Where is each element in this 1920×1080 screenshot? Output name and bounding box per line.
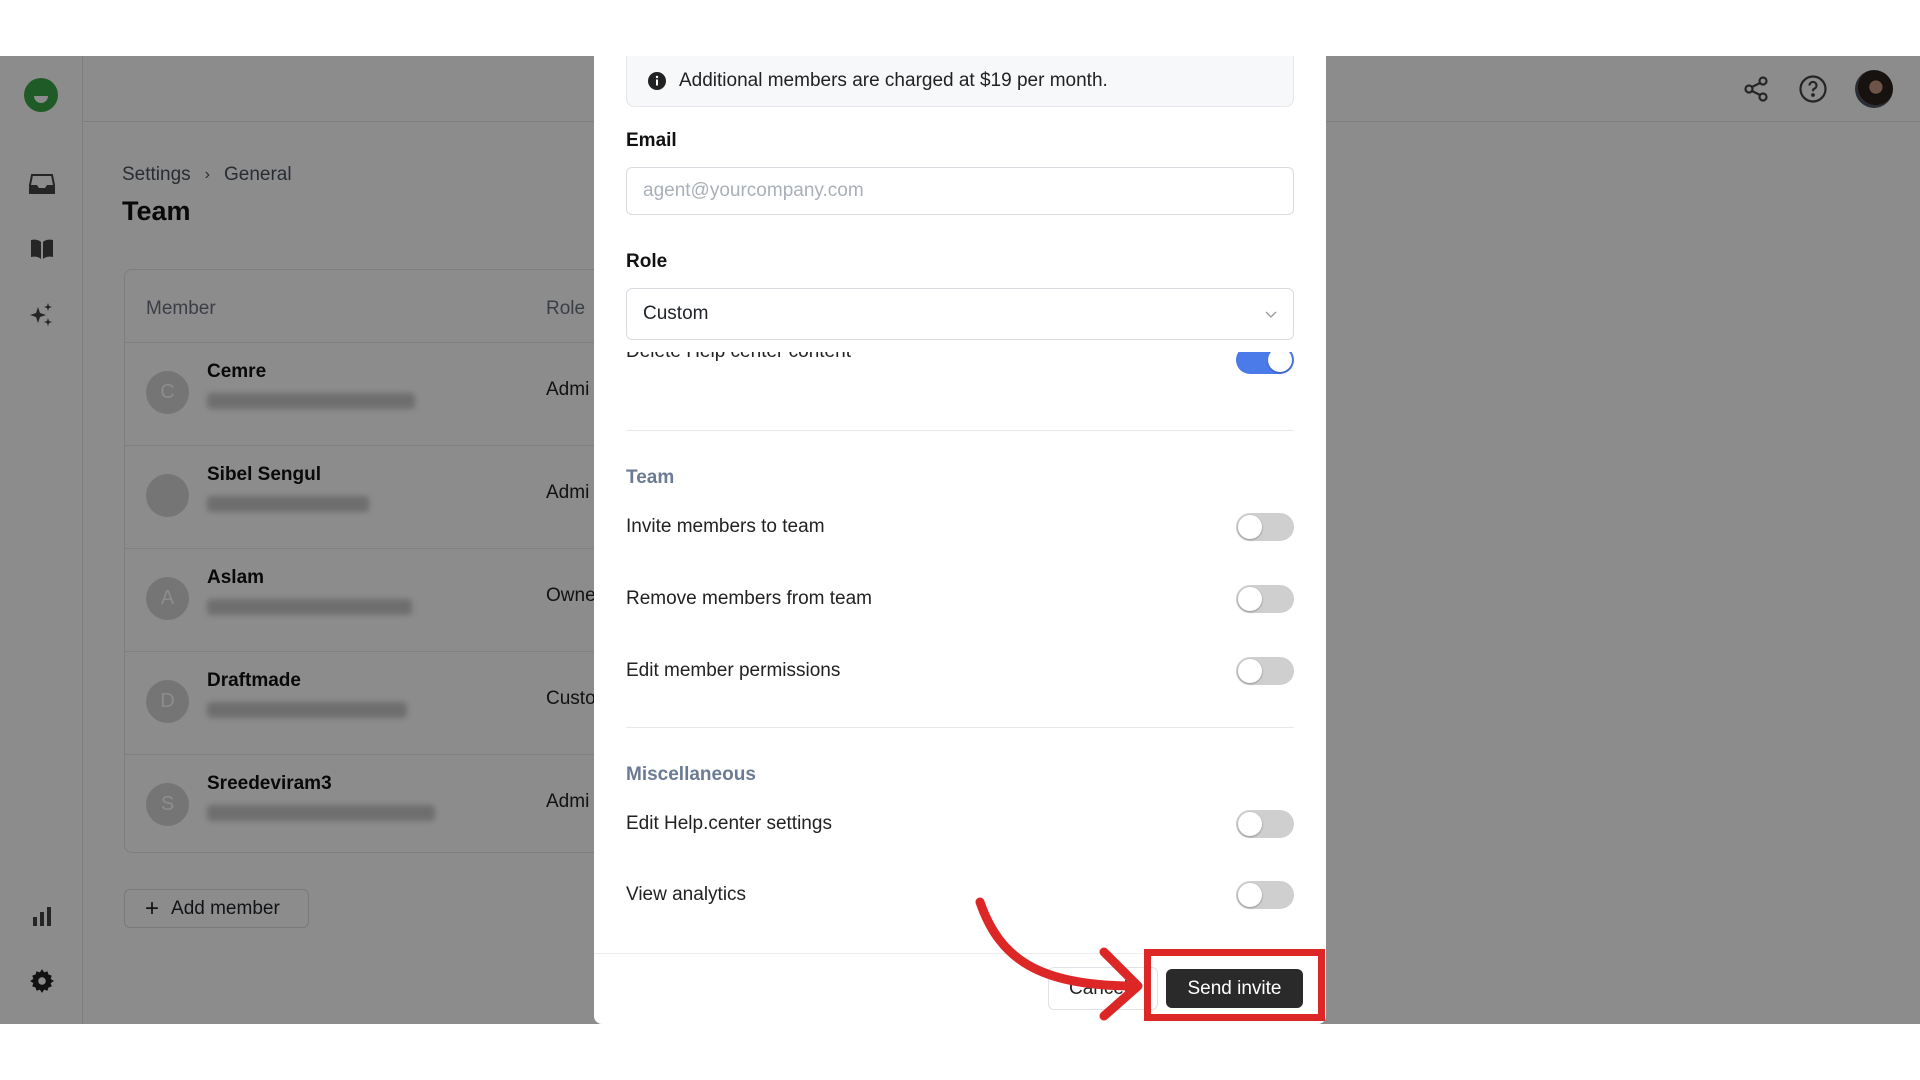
toggle-delete-help-center-content[interactable] <box>1236 352 1294 374</box>
toggle-edit-member-permissions[interactable] <box>1236 657 1294 685</box>
email-field[interactable] <box>643 180 1293 202</box>
permission-label: View analytics <box>626 884 747 905</box>
divider <box>626 430 1294 431</box>
email-field-wrapper <box>626 167 1294 215</box>
toggle-invite-members[interactable] <box>1236 513 1294 541</box>
info-text: Additional members are charged at $19 pe… <box>679 69 1108 91</box>
section-title-team: Team <box>626 467 675 488</box>
invite-member-modal: Additional members are charged at $19 pe… <box>594 56 1326 1024</box>
toggle-view-analytics[interactable] <box>1236 881 1294 909</box>
permission-label: Edit member permissions <box>626 660 841 681</box>
chevron-down-icon <box>1265 303 1277 325</box>
role-label: Role <box>626 251 668 272</box>
role-select[interactable]: Custom <box>626 288 1294 340</box>
divider <box>626 727 1294 728</box>
annotation-highlight-box <box>1144 949 1325 1021</box>
permission-label: Invite members to team <box>626 516 825 537</box>
toggle-remove-members[interactable] <box>1236 585 1294 613</box>
email-label: Email <box>626 130 677 151</box>
permission-label: Edit Help.center settings <box>626 813 832 834</box>
cancel-button[interactable]: Cancel <box>1048 967 1158 1010</box>
role-value: Custom <box>643 303 709 324</box>
info-icon <box>648 71 666 90</box>
scroll-clip: Delete Help center content <box>594 352 1326 382</box>
permission-label: Remove members from team <box>626 588 873 609</box>
app-window: Settings › General Team Member Role C Cem… <box>0 56 1920 1024</box>
permission-label: Delete Help center content <box>626 352 851 363</box>
toggle-edit-help-center-settings[interactable] <box>1236 810 1294 838</box>
info-banner: Additional members are charged at $19 pe… <box>626 56 1294 107</box>
section-title-miscellaneous: Miscellaneous <box>626 764 756 785</box>
